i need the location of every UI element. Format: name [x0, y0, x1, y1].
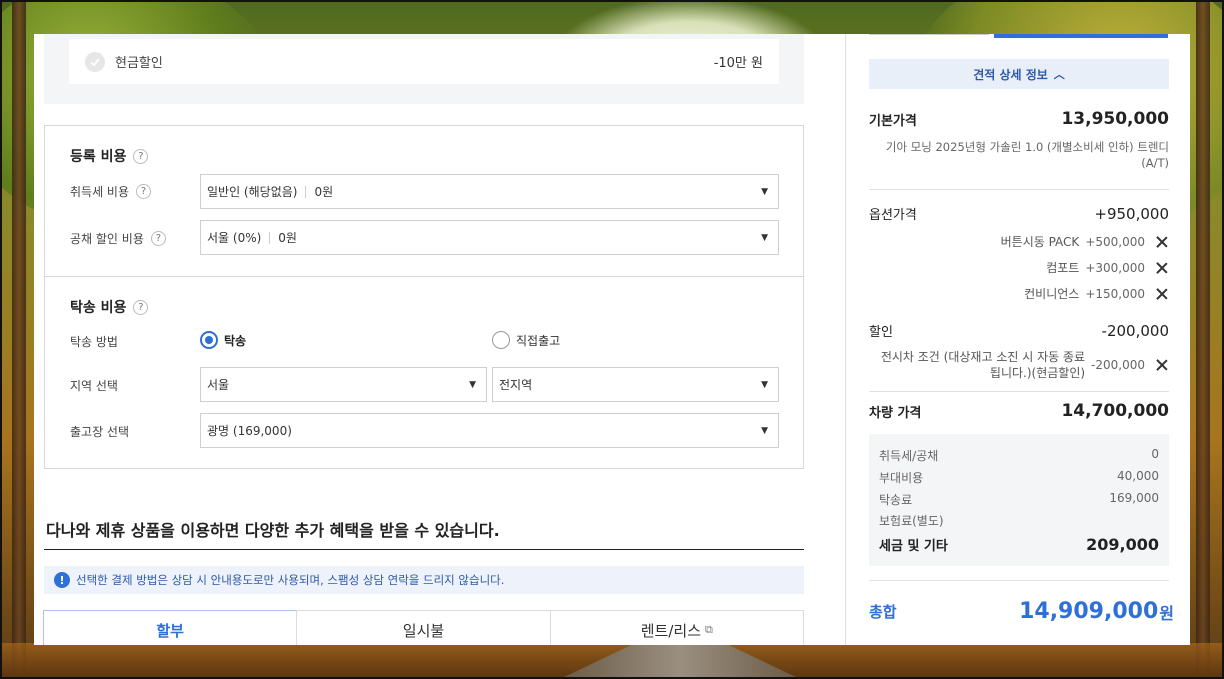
- tax-box: 취득세/공채 0 부대비용 40,000 탁송료 169,000 보험료(별도)…: [869, 434, 1169, 566]
- tax-row: 보험료(별도): [879, 514, 944, 528]
- tab-installment[interactable]: 할부: [43, 610, 298, 645]
- acquisition-tax-label: 취득세 비용 ?: [70, 183, 152, 200]
- tax-row: 부대비용 40,000: [879, 469, 1159, 485]
- cost-settings-box: 등록 비용 ? 취득세 비용 ? 일반인 (해당없음) 0원 ▼ 공채 할인 비…: [44, 125, 804, 469]
- section-divider: [45, 276, 803, 277]
- payment-notice: ! 선택한 결제 방법은 상담 시 안내용도로만 사용되며, 스팸성 상담 연락…: [44, 566, 804, 594]
- divider: [869, 189, 1169, 190]
- acquisition-tax-select[interactable]: 일반인 (해당없음) 0원 ▼: [200, 174, 779, 209]
- radio-delivery[interactable]: 탁송: [200, 331, 246, 349]
- factory-label: 출고장 선택: [70, 425, 130, 439]
- grand-total-row: 총합 14,909,000 원: [869, 599, 1174, 624]
- help-icon[interactable]: ?: [150, 231, 166, 246]
- info-icon: !: [54, 572, 70, 588]
- option-item: 컴포트 +300,000: [869, 259, 1169, 276]
- caret-down-icon: ▼: [761, 379, 768, 390]
- discount-item: 전시차 조건 (대상재고 소진 시 자동 종료됩니다.)(현금할인) -200,…: [869, 349, 1169, 381]
- tab-rent-lease[interactable]: 렌트/리스 ⧉: [549, 610, 804, 645]
- option-item: 컨비니언스 +150,000: [869, 285, 1169, 302]
- caret-down-icon: ▼: [761, 232, 768, 243]
- region-select[interactable]: 서울 ▼: [200, 367, 487, 402]
- registration-title: 등록 비용 ?: [70, 146, 149, 166]
- sub-region-select[interactable]: 전지역 ▼: [492, 367, 779, 402]
- check-icon[interactable]: [85, 51, 105, 72]
- help-icon[interactable]: ?: [133, 299, 149, 315]
- payment-tabs: 할부 일시불 렌트/리스 ⧉: [43, 610, 804, 645]
- remove-icon[interactable]: [1155, 287, 1169, 301]
- option-item: 버튼시동 PACK +500,000: [869, 233, 1169, 250]
- tax-total-row: 세금 및 기타 209,000: [879, 535, 1159, 554]
- base-price-desc: 기아 모닝 2025년형 가솔린 1.0 (개별소비세 인하) 트렌디 (A/T…: [885, 140, 1169, 170]
- cash-discount-value: -10만 원: [713, 56, 763, 71]
- caret-down-icon: ▼: [761, 186, 768, 197]
- divider: [869, 391, 1169, 392]
- cash-discount-label: 현금할인: [115, 56, 163, 71]
- tax-row: 탁송료 169,000: [879, 491, 1159, 507]
- remove-icon[interactable]: [1155, 261, 1169, 275]
- region-label: 지역 선택: [70, 379, 118, 393]
- column-divider: [845, 34, 846, 645]
- summary-tabs-stub: [869, 34, 1169, 38]
- car-price-row: 차량 가격 14,700,000: [869, 401, 1169, 421]
- base-price-row: 기본가격 13,950,000: [869, 109, 1169, 129]
- promo-divider: [44, 549, 804, 550]
- option-price-row: 옵션가격 +950,000: [869, 204, 1169, 224]
- help-icon[interactable]: ?: [136, 184, 152, 199]
- remove-icon[interactable]: [1155, 358, 1169, 372]
- quote-panel: 현금할인 -10만 원 등록 비용 ? 취득세 비용 ? 일반인 (해당없음) …: [34, 34, 1190, 645]
- divider: [869, 580, 1169, 581]
- tax-row: 취득세/공채 0: [879, 447, 1159, 463]
- external-link-icon: ⧉: [705, 623, 713, 636]
- cash-discount-row[interactable]: 현금할인 -10만 원: [69, 39, 779, 84]
- caret-down-icon: ▼: [761, 425, 768, 436]
- delivery-title: 탁송 비용 ?: [70, 297, 149, 317]
- help-icon[interactable]: ?: [133, 148, 149, 164]
- discount-box: 현금할인 -10만 원: [44, 34, 804, 104]
- caret-down-icon: ▼: [469, 379, 476, 390]
- factory-select[interactable]: 광명 (169,000) ▼: [200, 413, 779, 448]
- bond-discount-select[interactable]: 서울 (0%) 0원 ▼: [200, 220, 779, 255]
- bond-discount-label: 공채 할인 비용 ?: [70, 230, 166, 247]
- remove-icon[interactable]: [1155, 235, 1169, 249]
- discount-row: 할인 -200,000: [869, 321, 1169, 341]
- chevron-up-icon: ︿: [1053, 68, 1065, 81]
- delivery-method-label: 탁송 방법: [70, 335, 118, 349]
- tab-lump-sum[interactable]: 일시불: [296, 610, 551, 645]
- radio-direct-pickup[interactable]: 직접출고: [492, 331, 560, 349]
- detail-toggle-button[interactable]: 견적 상세 정보 ︿: [869, 59, 1169, 89]
- promo-title: 다나와 제휴 상품을 이용하면 다양한 추가 혜택을 받을 수 있습니다.: [46, 521, 500, 540]
